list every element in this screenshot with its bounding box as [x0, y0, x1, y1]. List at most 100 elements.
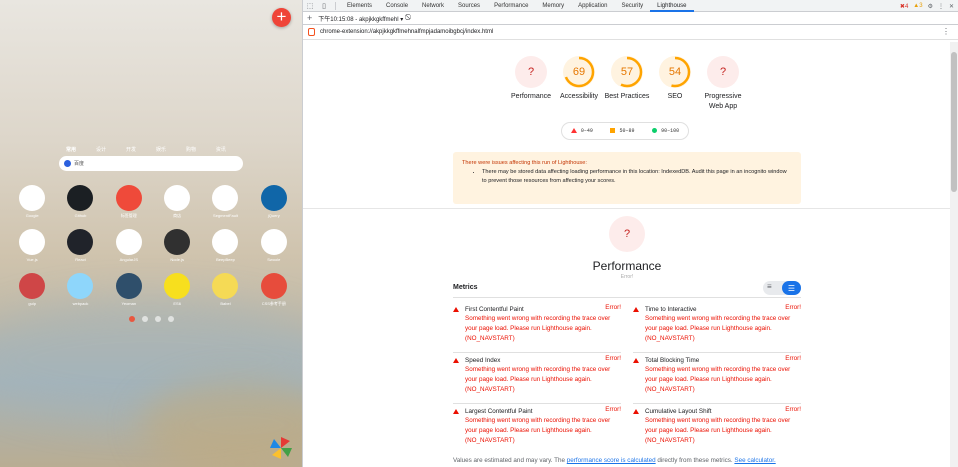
expanded-view-icon[interactable]: ☰	[782, 281, 801, 295]
tab-lighthouse[interactable]: Lighthouse	[650, 0, 694, 12]
app-shortcut[interactable]: ES6	[153, 273, 201, 311]
category-tab[interactable]: 常用	[66, 146, 76, 153]
devtools-panel: ⬚ ▯ Elements Console Network Sources Per…	[302, 0, 958, 467]
app-label: jQuery	[267, 213, 280, 218]
app-shortcut[interactable]: gulp	[8, 273, 56, 311]
app-label: Babel	[220, 301, 231, 306]
app-shortcut[interactable]: Node.js	[153, 229, 201, 267]
category-tab[interactable]: 资讯	[216, 146, 226, 153]
app-label: webpack	[72, 301, 89, 306]
app-shortcut[interactable]: 商店	[153, 185, 201, 223]
metrics-footnote: Values are estimated and may vary. The p…	[453, 457, 776, 464]
metric-divider	[633, 352, 801, 353]
new-report-plus-icon[interactable]: +	[307, 13, 312, 23]
metrics-heading: Metrics	[453, 284, 478, 291]
inspect-element-icon[interactable]: ⬚	[303, 0, 317, 12]
app-label: Vue.js	[26, 257, 38, 262]
warning-count-badge[interactable]: ▲3	[913, 3, 922, 9]
pinwheel-icon[interactable]	[270, 437, 292, 459]
report-menu-icon[interactable]: ⋮	[942, 27, 950, 36]
app-shortcut[interactable]: SegmentFault	[201, 185, 249, 223]
score-gauge[interactable]: 54 SEO	[651, 56, 699, 102]
page-dot[interactable]	[155, 316, 161, 322]
app-shortcut[interactable]: React	[56, 229, 104, 267]
tab-sources[interactable]: Sources	[451, 0, 487, 12]
score-calculated-link[interactable]: performance score is calculated	[567, 457, 656, 464]
see-calculator-link[interactable]: See calculator.	[734, 457, 775, 464]
score-gauge[interactable]: ? Progressive Web App	[699, 56, 747, 112]
performance-title: Performance	[592, 259, 662, 273]
jquery-icon	[260, 185, 287, 211]
error-triangle-icon	[633, 306, 639, 312]
page-dot[interactable]	[142, 316, 148, 322]
gauge-ring: ?	[707, 56, 739, 88]
category-tab[interactable]: 开发	[126, 146, 136, 153]
legend-average: 50–89	[610, 128, 634, 134]
add-icon[interactable]: +	[272, 8, 291, 27]
legend-fail: 0–49	[570, 128, 593, 134]
app-shortcut[interactable]: Yeoman	[105, 273, 153, 311]
app-shortcut[interactable]: Babel	[201, 273, 249, 311]
scrollbar-thumb[interactable]	[951, 52, 957, 192]
metric-status: Error!	[785, 406, 801, 413]
metric-status: Error!	[605, 304, 621, 311]
device-toolbar-icon[interactable]: ▯	[317, 0, 331, 12]
search-box[interactable]: 百度	[59, 156, 243, 171]
app-shortcut[interactable]: BeepBeep	[201, 229, 249, 267]
app-shortcut[interactable]: jQuery	[250, 185, 298, 223]
gulp-icon	[19, 273, 46, 299]
gauge-score: ?	[719, 66, 727, 78]
node-icon	[164, 229, 191, 255]
metric-message: Something went wrong with recording the …	[465, 417, 611, 444]
webpack-icon	[67, 273, 94, 299]
app-shortcut[interactable]: Google	[8, 185, 56, 223]
tab-performance[interactable]: Performance	[487, 0, 535, 12]
compact-view-icon[interactable]: ≡	[767, 282, 772, 291]
app-shortcut[interactable]: CSS参考手册	[250, 273, 298, 311]
score-gauge[interactable]: 57 Best Practices	[603, 56, 651, 102]
score-gauge[interactable]: 69 Accessibility	[555, 56, 603, 102]
close-icon[interactable]: ✕	[949, 3, 954, 10]
tab-console[interactable]: Console	[379, 0, 415, 12]
tab-memory[interactable]: Memory	[535, 0, 571, 12]
category-tab[interactable]: 设计	[96, 146, 106, 153]
report-url[interactable]: chrome-extension://akpjkkgkffmehnalfmpja…	[320, 29, 493, 35]
scrollbar[interactable]	[950, 42, 958, 467]
metric-name: Cumulative Layout Shift	[645, 407, 712, 415]
category-tab[interactable]: 娱乐	[156, 146, 166, 153]
tab-application[interactable]: Application	[571, 0, 614, 12]
gauge-label: Best Practices	[604, 93, 650, 100]
report-selector[interactable]: 下午10:15:08 - akpjkkgkffmehl ▾	[318, 14, 403, 23]
app-shortcut[interactable]: webpack	[56, 273, 104, 311]
page-dot[interactable]	[168, 316, 174, 322]
more-options-icon[interactable]: ⋮	[938, 3, 944, 10]
performance-gauge[interactable]: ?	[609, 216, 645, 252]
app-label: gulp	[28, 301, 36, 306]
score-gauge[interactable]: ? Performance	[507, 56, 555, 102]
wizard-icon	[115, 273, 142, 299]
metric-status: Error!	[785, 304, 801, 311]
app-shortcut[interactable]: Github	[56, 185, 104, 223]
metric-item: Time to Interactive Error! Something went …	[633, 304, 801, 353]
app-shortcut[interactable]: Vue.js	[8, 229, 56, 267]
app-label: Google	[25, 213, 39, 218]
tab-security[interactable]: Security	[614, 0, 650, 12]
warning-count: 3	[919, 3, 923, 9]
settings-gear-icon[interactable]: ⚙	[928, 3, 933, 10]
page-dot[interactable]	[129, 316, 135, 322]
target-icon	[212, 229, 239, 255]
tab-elements[interactable]: Elements	[340, 0, 379, 12]
app-shortcut[interactable]: AngularJS	[105, 229, 153, 267]
tiger-icon	[260, 229, 287, 255]
error-count-badge[interactable]: ✖4	[900, 3, 908, 10]
app-shortcut[interactable]: 标签管理	[105, 185, 153, 223]
gauge-label: Progressive Web App	[704, 93, 742, 110]
app-shortcut[interactable]: Swoole	[250, 229, 298, 267]
metric-item: Largest Contentful Paint Error! Something …	[453, 406, 621, 446]
footnote-text: directly from these metrics.	[655, 457, 735, 464]
metrics-view-toggle[interactable]: ≡ ☰	[763, 281, 801, 295]
error-triangle-icon	[633, 408, 639, 414]
gauge-label: SEO	[667, 93, 683, 100]
category-tab[interactable]: 购物	[186, 146, 196, 153]
tab-network[interactable]: Network	[415, 0, 451, 12]
